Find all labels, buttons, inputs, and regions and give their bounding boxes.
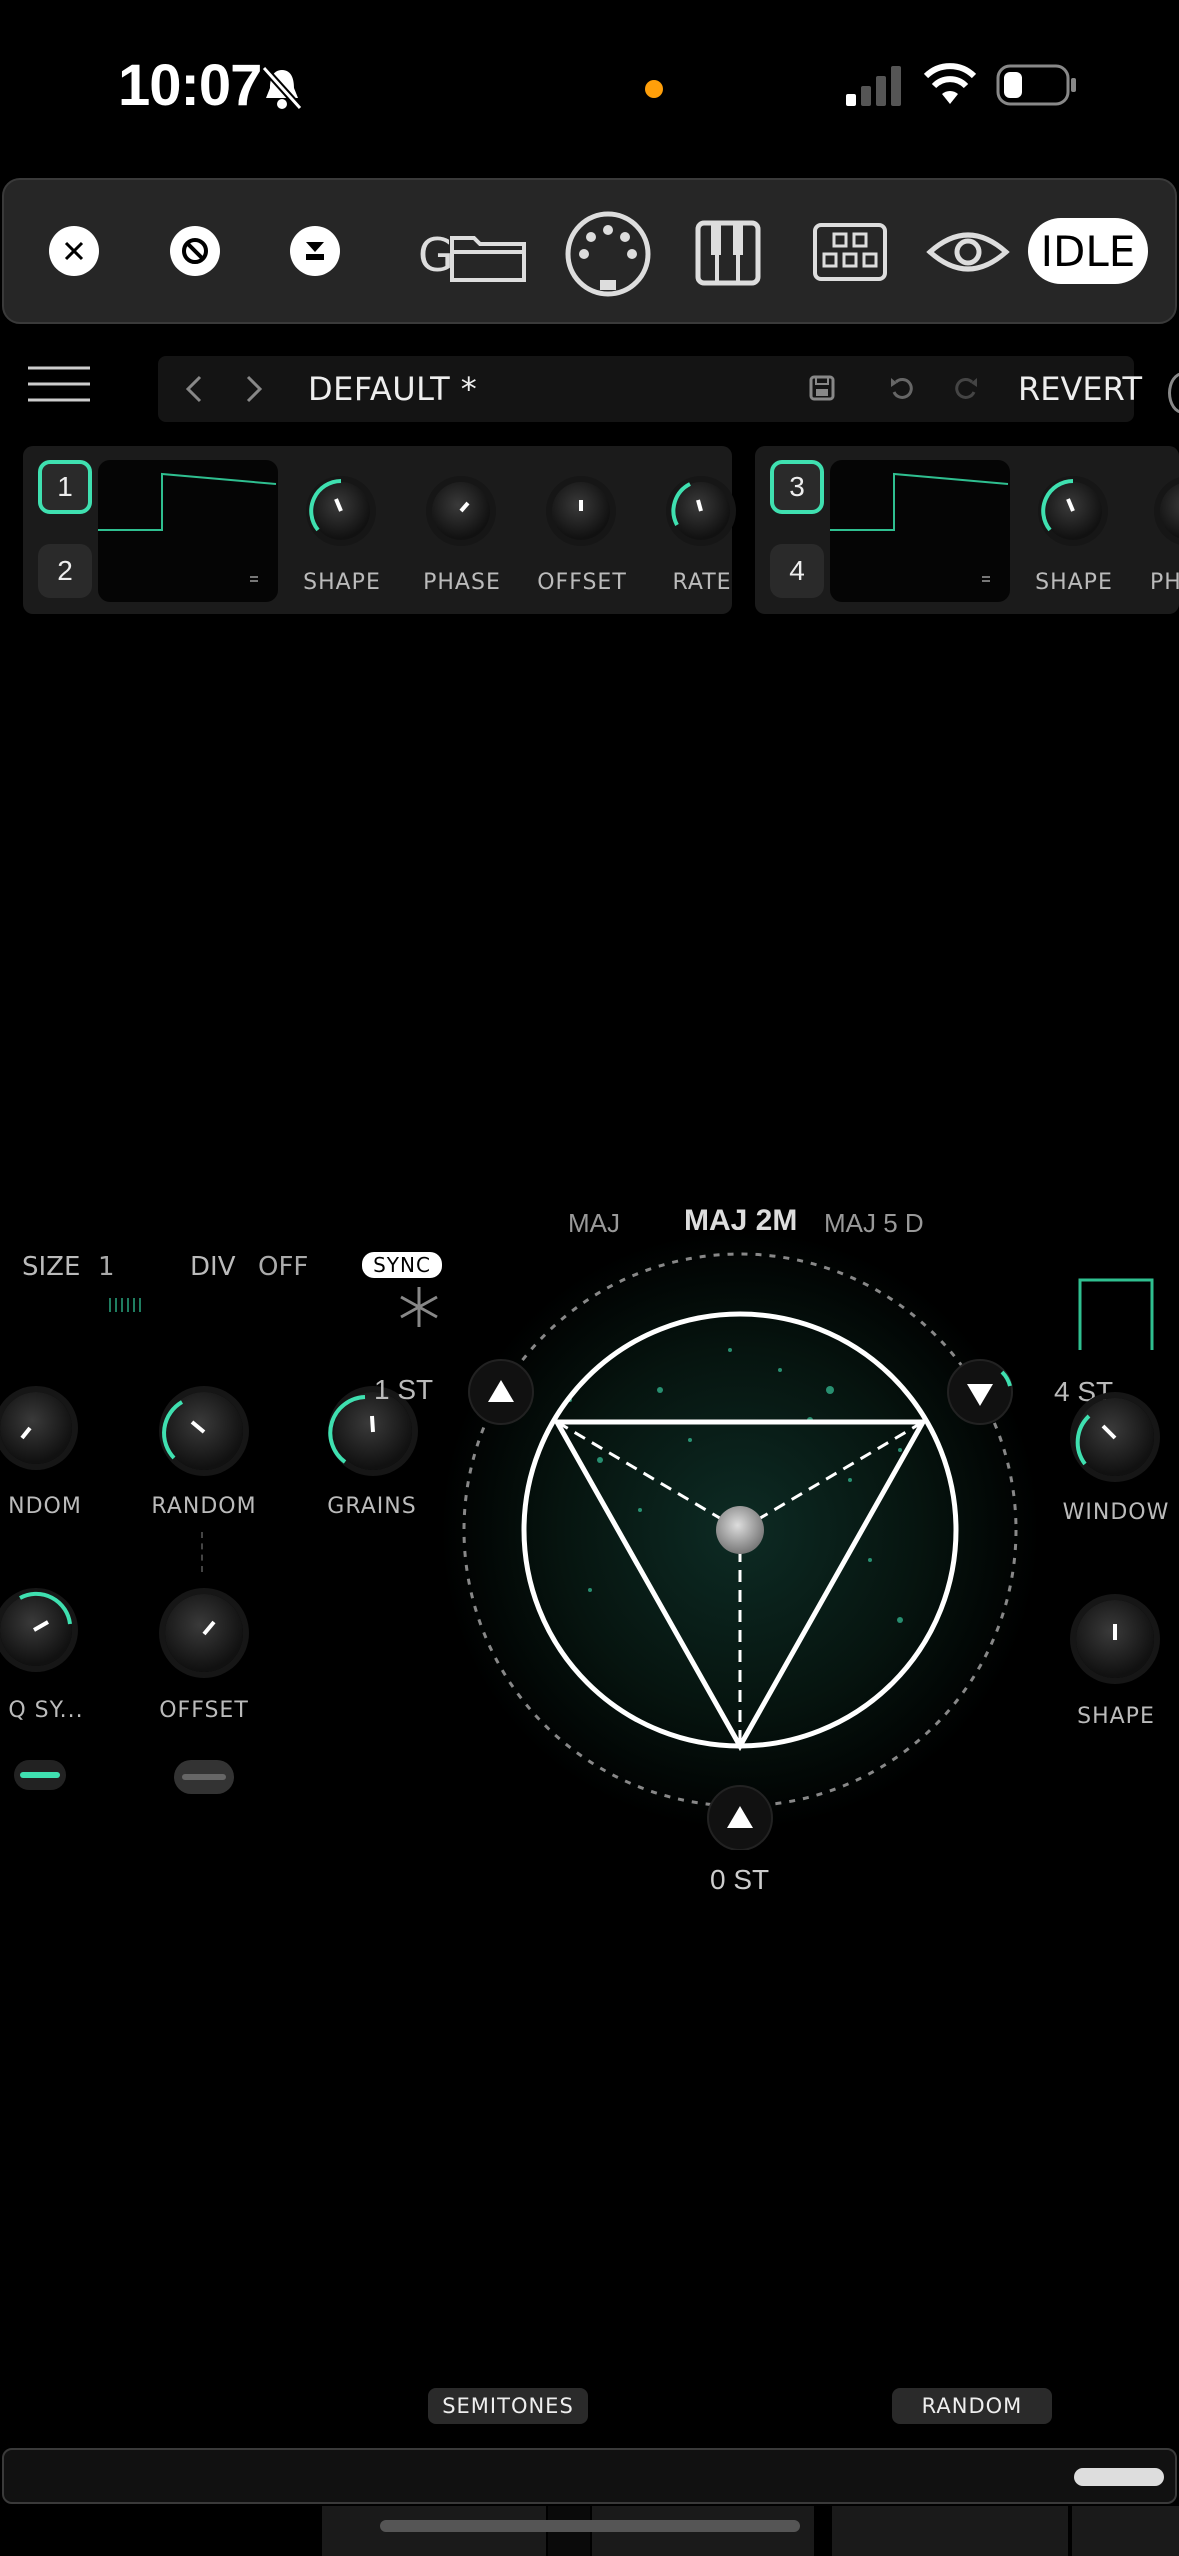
random-knob-left-indicator [20,1426,32,1440]
toggle-left[interactable] [14,1760,66,1790]
privacy-indicator [645,80,663,98]
shape-knob-2-indicator [1041,479,1075,532]
home-indicator [380,2520,800,2532]
bypass-button[interactable] [170,226,220,276]
status-time: 10:07 [118,53,262,118]
next-preset-icon[interactable] [244,374,264,404]
lfo-3-waveform [830,472,1009,582]
offset-knob-indicator [579,500,583,511]
bypass-icon [182,238,208,264]
shape-knob-gran-indicator [1113,1624,1117,1640]
grains-label: GRAINS [327,1494,417,1519]
offset-knob-gran-indicator [202,1620,216,1636]
phase-label-2: PH [1150,570,1179,595]
minimize-button[interactable] [290,226,340,276]
shape-label: SHAPE [303,570,381,595]
bottom-toolbar [2,2448,1177,2504]
rate-label: RATE [672,570,732,595]
div-value[interactable]: OFF [258,1252,308,1282]
hourglass-icon [306,242,324,260]
semitones-button[interactable]: SEMITONES [428,2388,588,2424]
size-label: SIZE [22,1252,81,1282]
undo-icon[interactable] [888,374,916,402]
close-icon [64,241,84,261]
idle-button[interactable]: IDLE [1028,218,1148,284]
preset-name[interactable]: DEFAULT * [308,370,477,408]
phase-label: PHASE [423,570,501,595]
size-value[interactable]: 1 [98,1252,115,1282]
scroll-handle[interactable] [1074,2468,1164,2486]
size-meter [109,1298,141,1312]
window-knob-indicator [1075,1414,1117,1466]
close-button[interactable] [49,226,99,276]
lfo-4-button[interactable]: 4 [770,544,824,598]
battery-icon [996,64,1076,106]
shape-label-2: SHAPE [1035,570,1113,595]
lfo-3-display[interactable] [830,460,1010,602]
q-sync-label: Q SY... [8,1698,84,1723]
revert-button[interactable]: REVERT [1018,370,1142,408]
folder-icon [450,236,526,282]
eye-icon[interactable] [926,226,1010,278]
key-5[interactable] [1072,2506,1179,2556]
link-line [201,1532,205,1572]
offset-label: OFFSET [537,570,627,595]
lfo-1-display[interactable] [98,460,278,602]
signal-icon [846,66,901,106]
midi-icon[interactable] [564,210,652,298]
lfo-3-button[interactable]: 3 [770,460,824,514]
preset-browser-button[interactable]: G [418,224,528,284]
random-button[interactable]: RANDOM [892,2388,1052,2424]
menu-icon[interactable] [28,364,90,404]
shape-knob-indicator [309,479,343,532]
lfo-1-button[interactable]: 1 [38,460,92,514]
shape-label-gran: SHAPE [1077,1704,1155,1729]
keyboard-icon[interactable] [695,220,761,286]
lfo-1-waveform [98,472,277,582]
voice-bottom-value: 0 ST [710,1864,770,1895]
rate-knob-indicator [671,482,703,526]
folder-letter: G [418,228,454,282]
toggle-offset[interactable] [174,1760,234,1794]
prev-preset-icon[interactable] [184,374,204,404]
key-4[interactable] [832,2506,1068,2556]
q-sync-knob-indicator [19,1591,72,1632]
div-label: DIV [190,1252,236,1282]
silent-bell-icon [261,65,303,111]
window-shape-display [1078,1278,1154,1350]
grains-pitch-value: 1 ST [374,1374,434,1405]
lfo-2-button[interactable]: 2 [38,544,92,598]
window-label: WINDOW [1062,1500,1170,1525]
random-label-left: NDOM [8,1494,82,1519]
wifi-icon [923,63,977,104]
random-knob-indicator [162,1400,206,1460]
chord-wheel[interactable] [430,1230,1050,1850]
power-icon[interactable] [1168,372,1179,414]
save-icon[interactable] [808,374,836,402]
preset-bar [158,356,1134,422]
redo-icon[interactable] [952,374,980,402]
pads-icon[interactable] [812,222,888,282]
phase-knob-indicator [459,501,470,513]
offset-label-gran: OFFSET [159,1698,249,1723]
random-label: RANDOM [151,1494,257,1519]
